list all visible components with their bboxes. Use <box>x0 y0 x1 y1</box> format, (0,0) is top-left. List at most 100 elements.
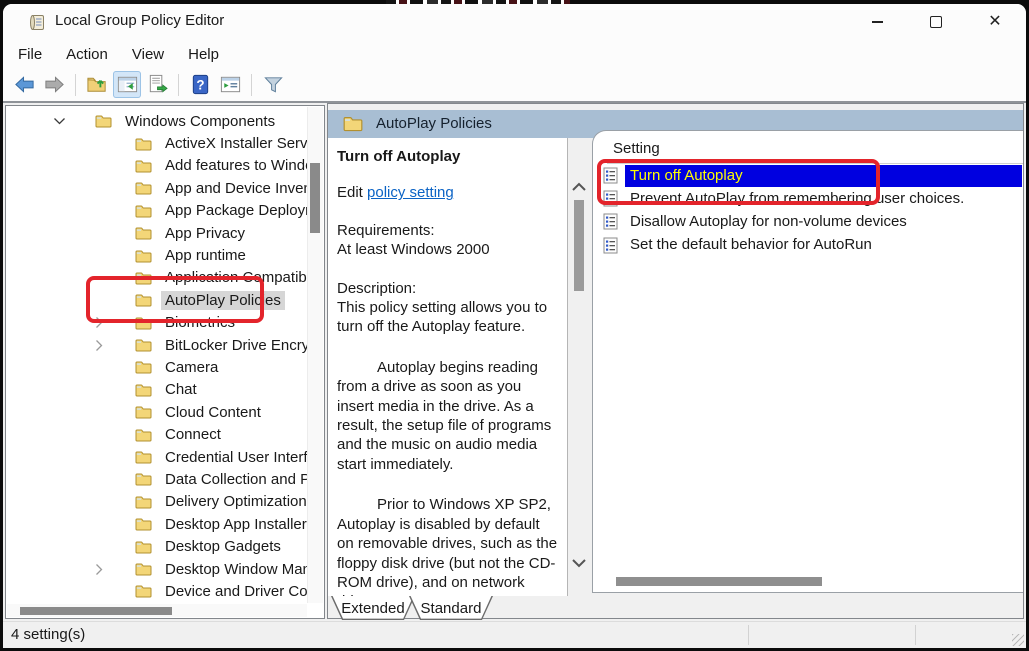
tree-item-desktop-gadgets[interactable]: Desktop Gadgets <box>7 535 307 557</box>
tree-item-device-and-driver-compat[interactable]: Device and Driver Compat <box>7 580 307 602</box>
minimize-icon <box>872 21 883 22</box>
toolbar-back-button[interactable] <box>10 71 38 98</box>
tree-vertical-scrollbar[interactable] <box>307 107 323 603</box>
extended-view-scrollbar-thumb[interactable] <box>574 200 584 291</box>
forward-icon <box>43 73 66 96</box>
folder-icon <box>135 204 152 218</box>
tree-item-label: App runtime <box>161 246 250 265</box>
toolbar-show-properties-button[interactable] <box>216 71 244 98</box>
tree-item-autoplay-policies[interactable]: AutoPlay Policies <box>7 289 307 311</box>
tree-item-desktop-app-installer[interactable]: Desktop App Installer <box>7 513 307 535</box>
tree-item-label: App Package Deployment <box>161 201 307 220</box>
setting-row-turn-off-autoplay[interactable]: Turn off Autoplay <box>593 164 1022 187</box>
extended-view-scrollbar[interactable] <box>568 138 591 596</box>
tree-item-cloud-content[interactable]: Cloud Content <box>7 401 307 423</box>
filter-icon <box>262 73 285 96</box>
tree-item-credential-user-interface[interactable]: Credential User Interface <box>7 446 307 468</box>
menu-view[interactable]: View <box>120 43 176 66</box>
chevron-right-icon[interactable] <box>91 563 107 576</box>
toolbar-filter-button[interactable] <box>259 71 287 98</box>
toolbar-show-console-tree-button[interactable] <box>113 71 141 98</box>
tab-standard[interactable]: Standard <box>409 596 493 620</box>
tab-extended[interactable]: Extended <box>331 596 415 620</box>
status-text: 4 setting(s) <box>11 626 85 643</box>
tree-item-label: Desktop App Installer <box>161 515 307 534</box>
list-horizontal-scrollbar-thumb[interactable] <box>616 577 822 586</box>
setting-label: Prevent AutoPlay from remembering user c… <box>625 188 1022 210</box>
toolbar-help-button[interactable]: ? <box>186 71 214 98</box>
maximize-button[interactable] <box>913 4 959 40</box>
pane-header-title: AutoPlay Policies <box>376 115 492 132</box>
tree-item-label: Desktop Gadgets <box>161 537 285 556</box>
menu-file[interactable]: File <box>6 43 54 66</box>
help-icon: ? <box>189 73 212 96</box>
tree-item-label: Windows Components <box>121 112 279 131</box>
tree-item-label: Add features to Windows <box>161 156 307 175</box>
tree-item-bitlocker-drive-encryption[interactable]: BitLocker Drive Encryption <box>7 334 307 356</box>
back-icon <box>13 73 36 96</box>
setting-row-prevent-autoplay-from-remembering-user-choices[interactable]: Prevent AutoPlay from remembering user c… <box>593 187 1022 210</box>
tab-label: Extended <box>331 596 415 620</box>
toolbar-export-list-button[interactable] <box>143 71 171 98</box>
tree-item-label: Connect <box>161 425 225 444</box>
setting-label: Set the default behavior for AutoRun <box>625 234 1022 256</box>
tree-item-connect[interactable]: Connect <box>7 423 307 445</box>
tree-item-label: Biometrics <box>161 313 239 332</box>
tree-item-app-package-deployment[interactable]: App Package Deployment <box>7 200 307 222</box>
chevron-down-icon[interactable] <box>51 117 67 125</box>
tree-item-chat[interactable]: Chat <box>7 379 307 401</box>
description-block: Description: This policy setting allows … <box>337 279 559 596</box>
tree-item-data-collection-and-previe[interactable]: Data Collection and Previe <box>7 468 307 490</box>
toolbar-forward-button[interactable] <box>40 71 68 98</box>
show-console-tree-icon <box>116 73 139 96</box>
edit-prefix: Edit <box>337 184 363 201</box>
setting-column-header[interactable]: Setting <box>607 138 1023 164</box>
tree-vertical-scrollbar-thumb[interactable] <box>310 163 320 233</box>
list-horizontal-scrollbar[interactable] <box>594 575 1022 588</box>
folder-icon <box>135 159 152 173</box>
minimize-button[interactable] <box>854 4 900 40</box>
scroll-down-icon[interactable] <box>571 556 587 574</box>
resize-grip[interactable] <box>1012 634 1024 646</box>
tree-item-application-compatibility[interactable]: Application Compatibility <box>7 267 307 289</box>
close-button[interactable]: ✕ <box>972 4 1018 40</box>
view-tabs: ExtendedStandard <box>331 596 493 620</box>
tree-item-label: Chat <box>161 380 201 399</box>
menu-action[interactable]: Action <box>54 43 120 66</box>
tree-item-app-and-device-inventory[interactable]: App and Device Inventory <box>7 177 307 199</box>
scroll-up-icon[interactable] <box>571 180 587 198</box>
tree-item-label: AutoPlay Policies <box>161 291 285 310</box>
tree-item-camera[interactable]: Camera <box>7 356 307 378</box>
tree-item-label: Data Collection and Previe <box>161 470 307 489</box>
folder-icon <box>135 450 152 464</box>
tree-item-delivery-optimization[interactable]: Delivery Optimization <box>7 491 307 513</box>
folder-icon <box>135 517 152 531</box>
chevron-right-icon[interactable] <box>91 339 107 352</box>
tree-horizontal-scrollbar[interactable] <box>7 604 307 617</box>
tree-item-label: BitLocker Drive Encryption <box>161 336 307 355</box>
tree-item-app-privacy[interactable]: App Privacy <box>7 222 307 244</box>
tree-item-add-features-to-windows[interactable]: Add features to Windows <box>7 155 307 177</box>
setting-row-set-the-default-behavior-for-autorun[interactable]: Set the default behavior for AutoRun <box>593 234 1022 257</box>
tree-item-biometrics[interactable]: Biometrics <box>7 312 307 334</box>
policy-setting-link[interactable]: policy setting <box>367 184 454 201</box>
selected-setting-title: Turn off Autoplay <box>337 147 559 166</box>
console-tree-pane: Windows ComponentsActiveX Installer Serv… <box>5 105 325 619</box>
chevron-right-icon[interactable] <box>91 316 107 329</box>
folder-icon <box>95 114 112 128</box>
setting-label: Disallow Autoplay for non-volume devices <box>625 211 1022 233</box>
tree-item-windows-components[interactable]: Windows Components <box>7 110 307 132</box>
show-properties-icon <box>219 73 242 96</box>
setting-row-disallow-autoplay-for-non-volume-devices[interactable]: Disallow Autoplay for non-volume devices <box>593 210 1022 233</box>
tree-item-desktop-window-manage[interactable]: Desktop Window Manage <box>7 558 307 580</box>
description-label: Description: <box>337 279 559 298</box>
tree-item-activex-installer-service[interactable]: ActiveX Installer Service <box>7 132 307 154</box>
tree-item-app-runtime[interactable]: App runtime <box>7 244 307 266</box>
folder-icon <box>135 405 152 419</box>
menu-help[interactable]: Help <box>176 43 231 66</box>
description-paragraph: Autoplay begins reading from a drive as … <box>337 358 559 474</box>
tree-horizontal-scrollbar-thumb[interactable] <box>20 607 172 615</box>
tree-item-label: Device and Driver Compat <box>161 582 307 601</box>
toolbar-up-one-level-button[interactable] <box>83 71 111 98</box>
policy-document-icon <box>603 167 618 184</box>
